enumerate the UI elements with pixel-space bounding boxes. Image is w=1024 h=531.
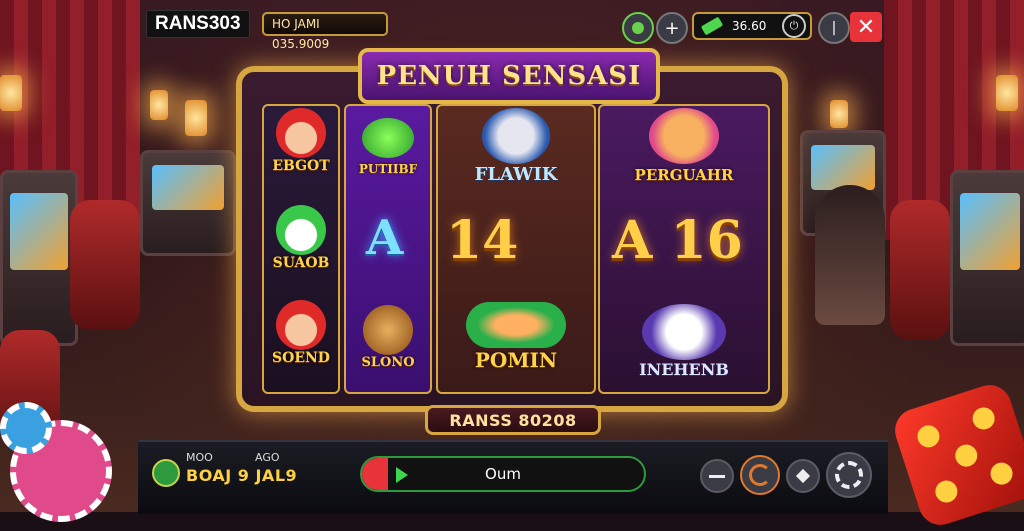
lantern-icon [996,75,1018,111]
spin-button[interactable]: Oum [360,456,646,492]
symbol-letter-a: A [366,210,404,266]
arcade-machine [0,170,78,346]
green-bowl-icon [466,302,566,348]
symbol-green-bowl: POMIN [446,302,586,372]
minus-button[interactable] [700,459,734,493]
symbol-white-bear: INEHENB [606,304,762,379]
green-slime-icon [362,118,414,158]
white-bear-icon [642,304,726,360]
diamond-icon [795,468,811,484]
bet-label: MOO [186,451,213,464]
add-button[interactable]: + [656,12,688,44]
game-title-banner: PENUH SENSASI [358,48,660,104]
info-icon: | [831,20,837,36]
symbol-raccoon: FLAWIK [446,108,586,185]
arcade-machine [140,150,236,256]
spin-label: Oum [485,465,521,483]
poker-chip-icon [0,402,52,454]
brand-logo: RANS303 [146,10,250,38]
autoplay-icon [749,464,771,486]
leaf-coin-icon[interactable] [622,12,654,44]
diamond-button[interactable] [786,459,820,493]
game-code-banner: RANSS 80208 [425,405,601,435]
info-button[interactable]: | [818,12,850,44]
symbol-a-16: A 16 [612,210,743,271]
casino-chair [70,200,140,330]
symbol-red-hair-character: SOEND [264,300,338,366]
raccoon-icon [482,108,550,164]
player-figure [815,185,885,325]
lock-icon[interactable]: ⏻ [782,14,806,38]
lantern-icon [830,100,848,128]
symbol-number-14: 14 [446,210,519,271]
balance-display: 36.60 ⏻ [692,12,812,40]
game-title: PENUH SENSASI [376,61,642,91]
arcade-machine [950,170,1024,346]
close-icon: ✕ [856,14,876,40]
gear-icon [835,461,863,489]
green-cat-icon [276,205,326,255]
symbol-shiba-dog: PERGUAHR [606,108,762,184]
bet-value: BOAJ 9 JAL9 [186,466,298,485]
game-code: RANSS 80208 [449,410,577,430]
symbol-red-hair-character: EBGOT [264,108,338,174]
lantern-icon [185,100,207,136]
minus-icon [709,474,725,478]
red-hair-character-icon [276,300,326,350]
close-button[interactable]: ✕ [850,12,882,42]
bet-label-secondary: AGO [255,451,280,464]
jackpot-display: HO JAMI 035.9009 [262,12,388,51]
symbol-green-slime: PUTIIBF [346,118,430,176]
balance-amount: 36.60 [732,19,767,33]
symbol-green-cat: SUAOB [264,205,338,271]
golden-snail-icon [363,305,413,355]
lantern-icon [150,90,168,120]
add-icon: + [664,17,680,39]
autoplay-button[interactable] [740,455,780,495]
shiba-dog-icon [649,108,719,164]
settings-button[interactable] [826,452,872,498]
red-hair-character-icon [276,108,326,158]
symbol-golden-snail: SLONO [346,305,430,370]
casino-chair [890,200,950,340]
wallet-icon [700,16,724,36]
lantern-icon [0,75,22,111]
bet-coin-icon [152,459,180,487]
